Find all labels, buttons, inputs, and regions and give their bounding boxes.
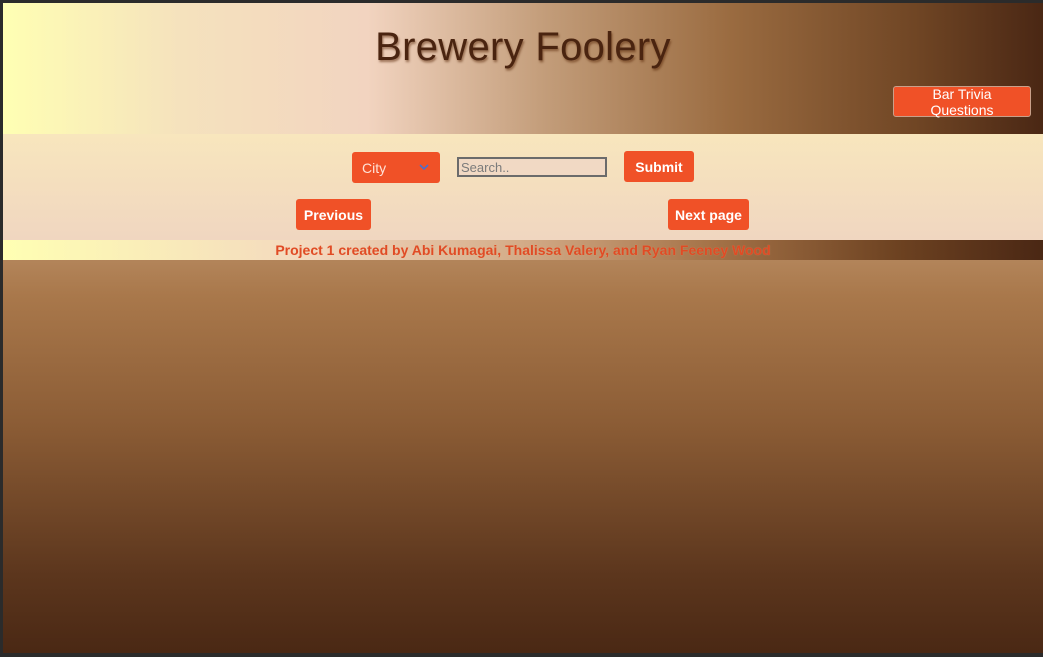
submit-button[interactable]: Submit — [624, 151, 694, 182]
footer-credit: Project 1 created by Abi Kumagai, Thalis… — [275, 242, 771, 258]
footer: Project 1 created by Abi Kumagai, Thalis… — [3, 240, 1043, 260]
next-page-button[interactable]: Next page — [668, 199, 749, 230]
page-header: Brewery Foolery Bar Trivia Questions — [3, 3, 1043, 134]
city-select[interactable]: City — [352, 152, 440, 183]
chevron-down-icon — [419, 164, 429, 171]
bar-trivia-button[interactable]: Bar Trivia Questions — [893, 86, 1031, 118]
city-select-label: City — [362, 159, 387, 176]
page: Brewery Foolery Bar Trivia Questions Cit… — [3, 3, 1043, 653]
search-input[interactable] — [457, 157, 607, 177]
page-title: Brewery Foolery — [375, 25, 671, 69]
previous-button[interactable]: Previous — [296, 199, 371, 230]
search-panel: City Submit Previous Next page — [3, 134, 1043, 240]
